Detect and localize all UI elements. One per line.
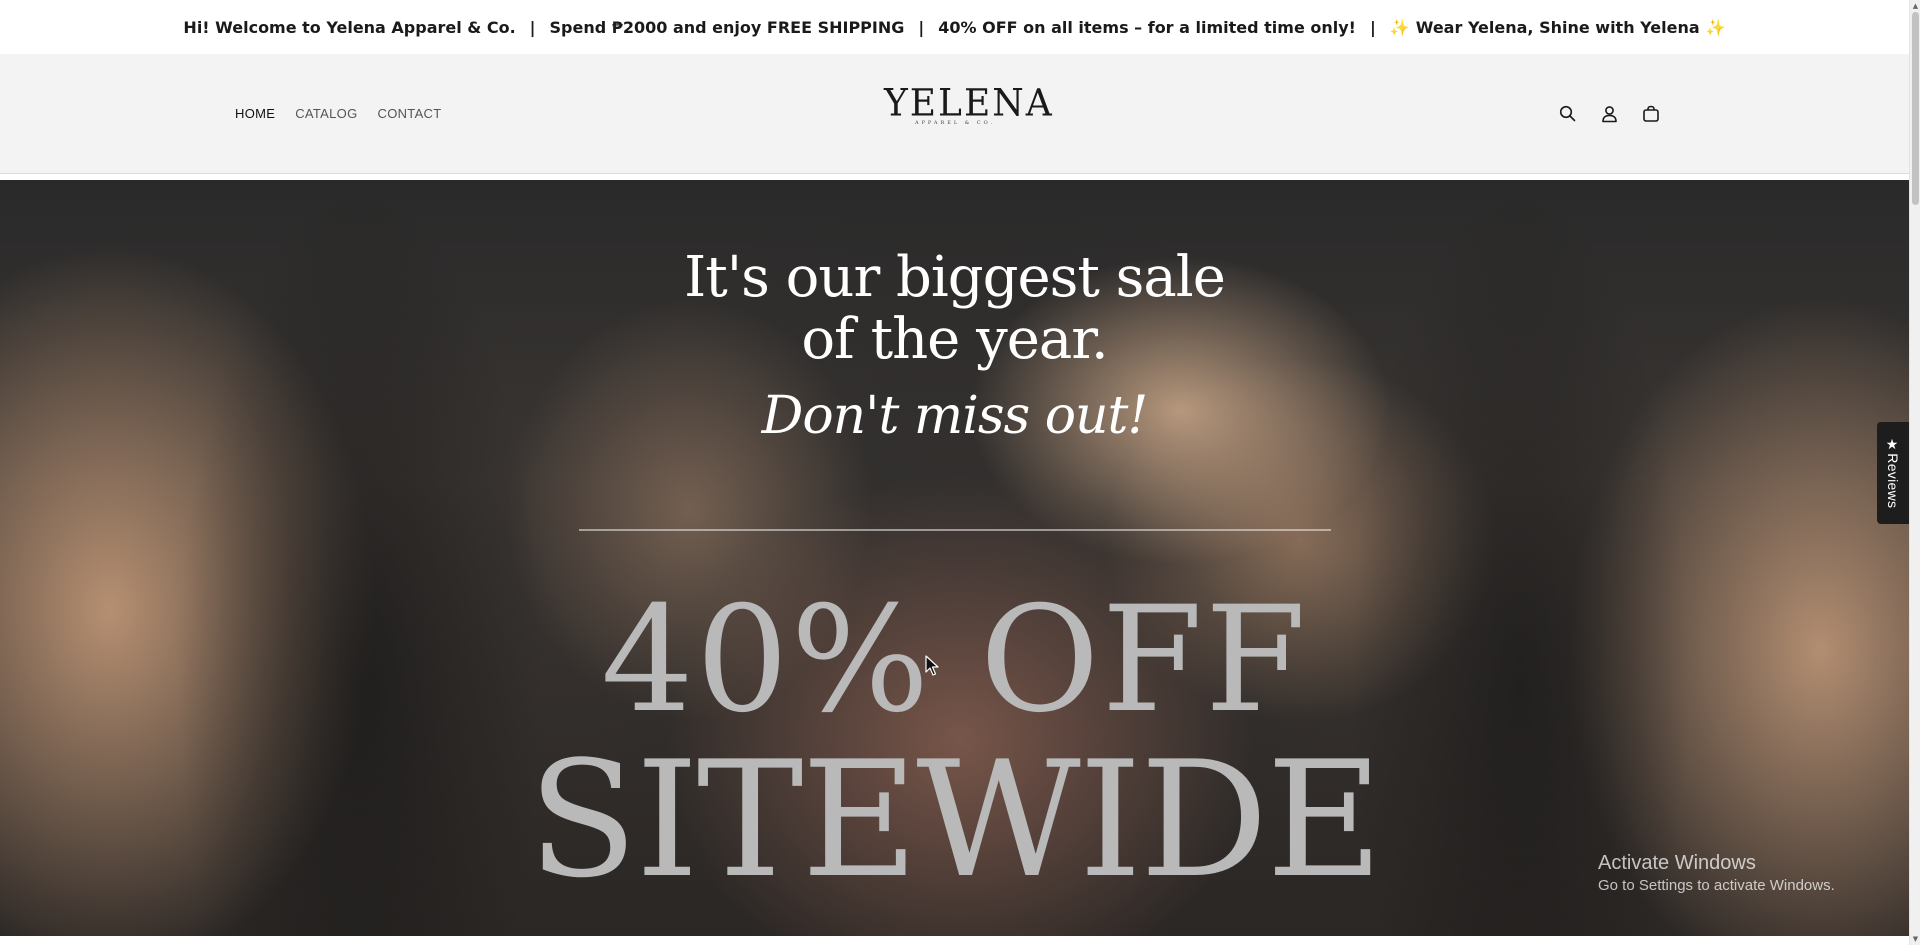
account-icon[interactable] xyxy=(1598,103,1620,125)
hero-banner[interactable]: It's our biggest sale of the year. Don't… xyxy=(0,180,1909,936)
page: Hi! Welcome to Yelena Apparel & Co. | Sp… xyxy=(0,0,1920,945)
announcement-separator: | xyxy=(529,17,536,37)
logo-wordmark: YELENA xyxy=(884,81,1054,125)
hero-heading-line2: of the year. xyxy=(801,307,1108,372)
scrollbar-thumb[interactable] xyxy=(1912,12,1919,205)
search-icon[interactable] xyxy=(1556,103,1578,125)
watermark-title: Activate Windows xyxy=(1598,852,1756,874)
nav-item-contact[interactable]: CONTACT xyxy=(378,106,442,121)
announcement-bar: Hi! Welcome to Yelena Apparel & Co. | Sp… xyxy=(0,0,1909,54)
main-nav: HOME CATALOG CONTACT xyxy=(235,54,441,173)
hero-subheading: Don't miss out! xyxy=(761,386,1149,446)
reviews-tab-label: ★Reviews xyxy=(1885,437,1901,509)
header-icons xyxy=(1556,54,1662,173)
nav-item-catalog[interactable]: CATALOG xyxy=(295,106,357,121)
announcement-separator: | xyxy=(1369,17,1376,37)
announcement-separator: | xyxy=(918,17,925,37)
announcement-welcome: Hi! Welcome to Yelena Apparel & Co. xyxy=(183,17,516,37)
sparkle-icon: ✨ xyxy=(1389,17,1410,37)
site-logo[interactable]: YELENA APPAREL & CO. xyxy=(884,81,1054,144)
nav-item-home[interactable]: HOME xyxy=(235,106,275,121)
reviews-tab[interactable]: ★Reviews xyxy=(1877,422,1909,524)
hero-heading-line1: It's our biggest sale xyxy=(684,245,1226,310)
scroll-down-arrow-icon[interactable]: ▼ xyxy=(1911,934,1920,944)
cart-icon[interactable] xyxy=(1640,103,1662,125)
watermark-subtitle: Go to Settings to activate Windows. xyxy=(1598,877,1835,894)
activate-windows-watermark: Activate Windows Go to Settings to activ… xyxy=(1598,850,1835,896)
mouse-cursor-icon xyxy=(925,655,939,676)
hero-discount: 40% OFF xyxy=(600,575,1309,745)
announcement-shipping: Spend ₱2000 and enjoy FREE SHIPPING xyxy=(549,17,905,37)
scroll-up-arrow-icon[interactable]: ▲ xyxy=(1911,1,1920,11)
sparkle-icon: ✨ xyxy=(1705,17,1726,37)
announcement-tagline: Wear Yelena, Shine with Yelena xyxy=(1415,17,1700,37)
site-header: HOME CATALOG CONTACT YELENA APPAREL & CO… xyxy=(0,54,1909,174)
announcement-discount: 40% OFF on all items – for a limited tim… xyxy=(938,17,1356,37)
hero-divider xyxy=(579,529,1331,531)
page-scrollbar[interactable]: ▲ ▼ xyxy=(1909,0,1920,945)
